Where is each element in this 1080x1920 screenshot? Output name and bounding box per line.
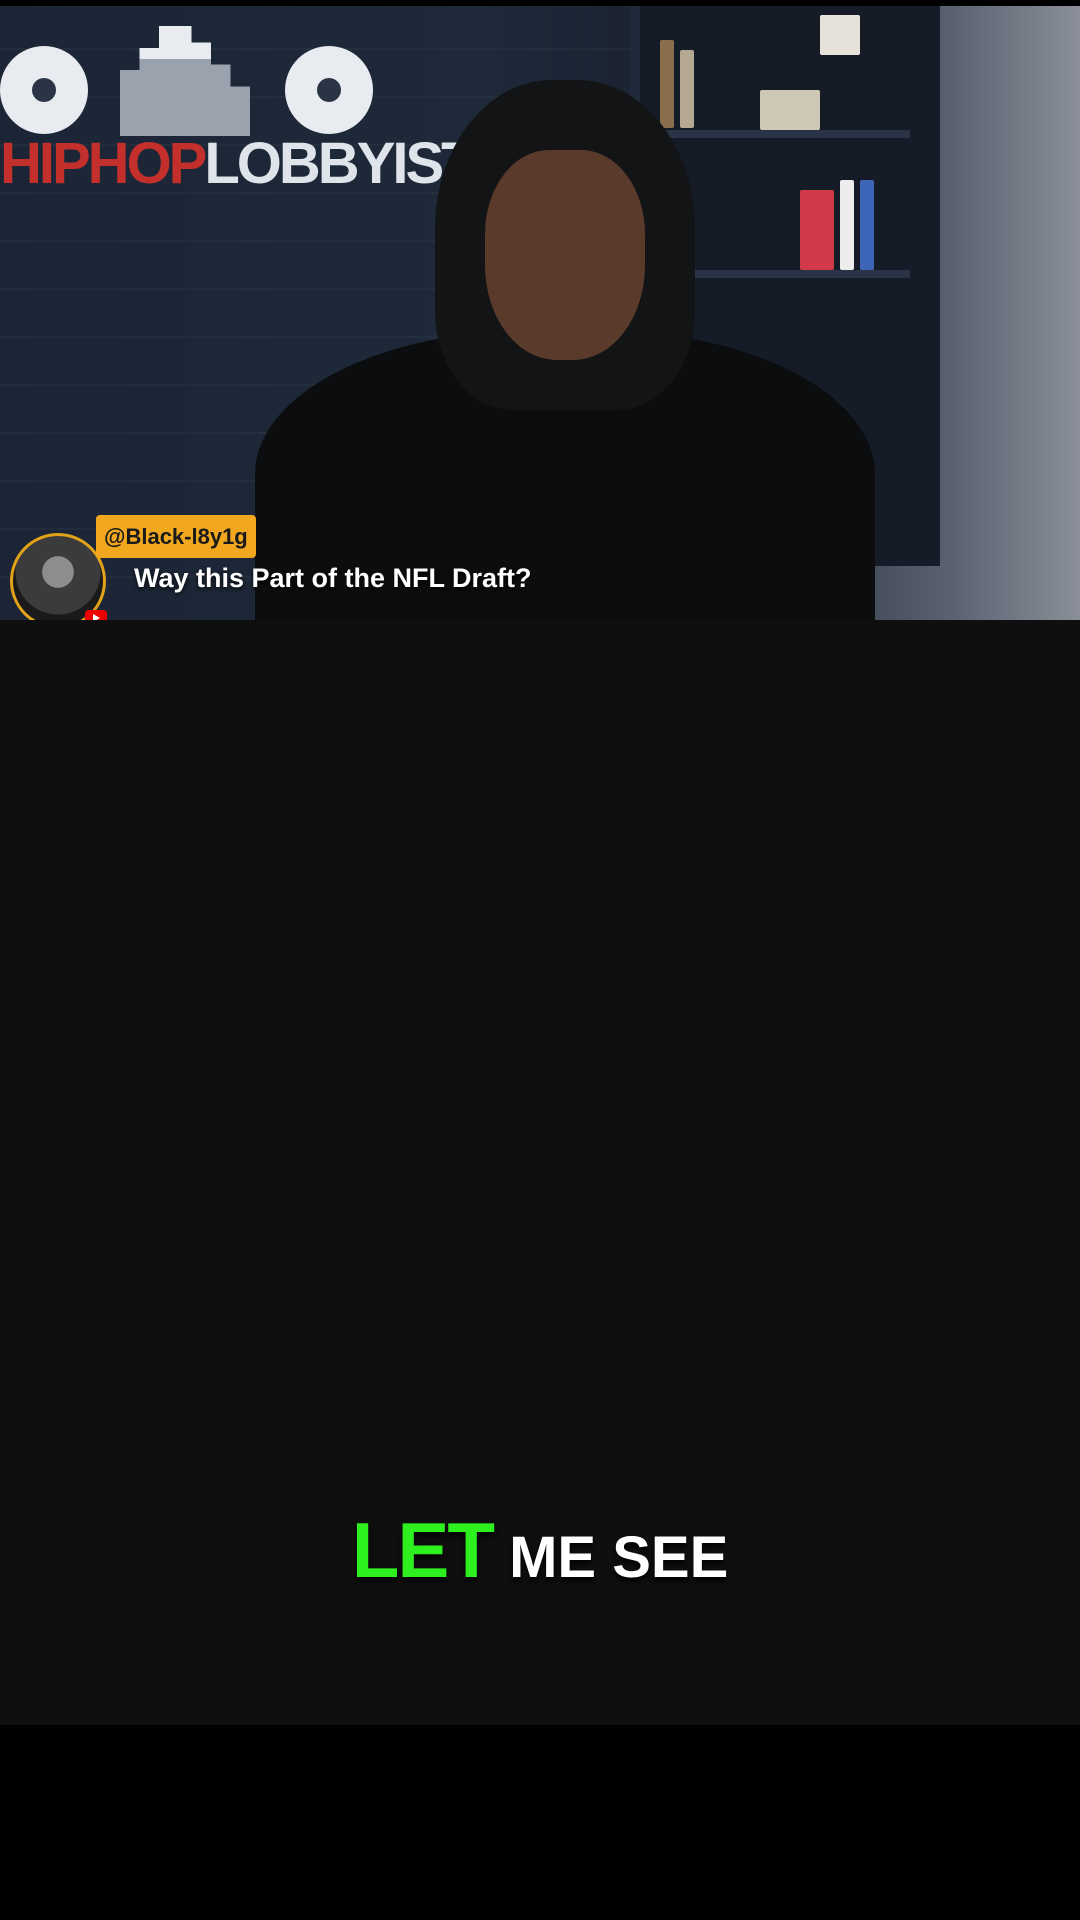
book	[860, 180, 874, 270]
avatar[interactable]	[10, 533, 106, 620]
reel-icon	[0, 46, 88, 134]
caption-highlight-word: LET	[351, 1506, 495, 1594]
comment-username: @Black-l8y1g	[96, 515, 256, 558]
bottom-bar	[0, 1725, 1080, 1920]
logo-text-part1: HIPHOP	[0, 131, 207, 196]
book	[820, 15, 860, 55]
speaker-face	[485, 150, 645, 360]
comment-overlay: @Black-l8y1g Way this Part of the NFL Dr…	[10, 515, 610, 620]
comment-text: Way this Part of the NFL Draft?	[134, 563, 532, 593]
video-frame[interactable]: HIPHOPLOBBYIST @Black-l8y1g Way this Par…	[0, 0, 1080, 620]
youtube-icon	[85, 610, 107, 620]
caption: LET ME SEE	[0, 1505, 1080, 1596]
book	[840, 180, 854, 270]
skyline-icon	[120, 26, 250, 136]
top-bar	[0, 0, 1080, 6]
caption-rest-words: ME SEE	[509, 1525, 729, 1590]
